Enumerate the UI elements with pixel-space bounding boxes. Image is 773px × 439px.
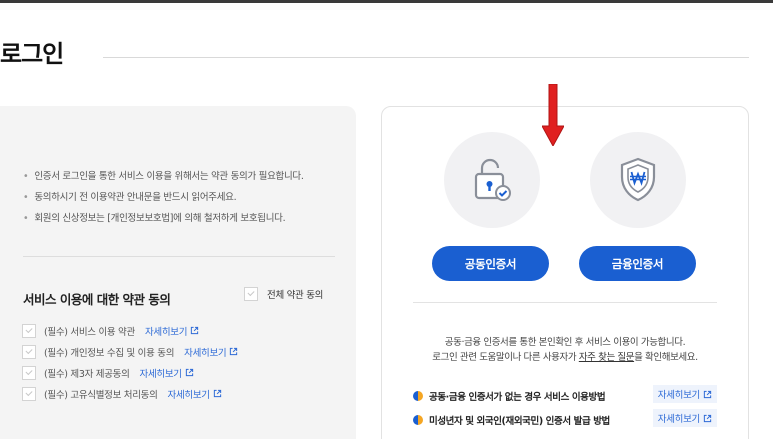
checkbox-icon[interactable]	[22, 344, 36, 359]
bullet-dot-icon	[413, 391, 423, 401]
help-text: 로그인 관련 도움말이나 다른 사용자가 자주 찾는 질문을 확인해보세요.	[432, 352, 698, 363]
terms-panel: 인증서 로그인을 통한 서비스 이용을 위해서는 약관 동의가 필요합니다. 동…	[0, 106, 356, 439]
joint-cert-button[interactable]: 공동인증서	[432, 246, 549, 281]
page-title: 로그인	[0, 40, 64, 68]
notice-list: 인증서 로그인을 통한 서비스 이용을 위해서는 약관 동의가 필요합니다. 동…	[23, 170, 304, 233]
financial-cert-button[interactable]: 금융인증서	[579, 246, 696, 281]
term-item-service: (필수) 서비스 이용 약관 자세히보기	[22, 320, 238, 341]
financial-cert-icon-circle	[590, 132, 686, 228]
term-label: (필수) 제3자 제공동의	[44, 368, 130, 380]
panel-divider	[23, 256, 335, 257]
external-link-icon	[230, 347, 238, 356]
padlock-check-icon	[474, 158, 511, 201]
external-link-icon	[190, 326, 199, 335]
title-divider	[103, 57, 749, 58]
guide-item-no-cert: 공동·금융 인증서가 없는 경우 서비스 이용방법 자세히보기	[413, 385, 717, 403]
external-link-icon	[185, 368, 193, 377]
panel-divider	[413, 302, 717, 303]
agree-all-label: 전체 약관 동의	[267, 290, 324, 301]
notice-item: 동의하시기 전 이용약관 안내문을 반드시 읽어주세요.	[23, 191, 304, 212]
joint-cert-icon-circle	[444, 132, 540, 228]
guide-label: 미성년자 및 외국인(재외국민) 인증서 발급 방법	[429, 416, 610, 427]
term-detail-link[interactable]: 자세히보기	[184, 345, 238, 359]
term-label: (필수) 개인정보 수집 및 이용 동의	[44, 347, 175, 359]
guide-label: 공동·금융 인증서가 없는 경우 서비스 이용방법	[429, 392, 606, 403]
guide-detail-link[interactable]: 자세히보기	[652, 409, 717, 427]
guide-detail-link[interactable]: 자세히보기	[652, 385, 717, 403]
checkbox-icon[interactable]	[244, 287, 258, 301]
guide-item-minor-foreigner: 미성년자 및 외국인(재외국민) 인증서 발급 방법 자세히보기	[413, 409, 717, 427]
arrow-down-icon	[542, 84, 564, 146]
term-item-third-party: (필수) 제3자 제공동의 자세히보기	[22, 362, 238, 383]
term-item-privacy: (필수) 개인정보 수집 및 이용 동의 자세히보기	[22, 341, 238, 362]
agreement-title: 서비스 이용에 대한 약관 동의	[23, 292, 171, 307]
terms-list: (필수) 서비스 이용 약관 자세히보기 (필수) 개인정보 수집 및 이용 동…	[22, 320, 238, 404]
checkbox-icon[interactable]	[22, 386, 36, 401]
term-detail-link[interactable]: 자세히보기	[145, 324, 199, 338]
external-link-icon	[703, 414, 712, 422]
faq-link[interactable]: 자주 찾는 질문	[579, 352, 635, 363]
top-bar	[0, 0, 773, 3]
shield-won-icon	[620, 157, 656, 202]
term-item-unique-id: (필수) 고유식별정보 처리동의 자세히보기	[22, 383, 238, 404]
notice-item: 인증서 로그인을 통한 서비스 이용을 위해서는 약관 동의가 필요합니다.	[23, 170, 304, 191]
notice-item: 회원의 신상정보는 [개인정보보호법]에 의해 철저하게 보호됩니다.	[23, 212, 304, 233]
checkbox-icon[interactable]	[22, 365, 36, 380]
info-text: 공동·금융 인증서를 통한 본인확인 후 서비스 이용이 가능합니다.	[444, 337, 686, 348]
checkbox-icon[interactable]	[22, 323, 36, 338]
term-detail-link[interactable]: 자세히보기	[168, 387, 222, 401]
bullet-dot-icon	[413, 415, 423, 425]
external-link-icon	[703, 390, 712, 398]
external-link-icon	[213, 389, 221, 398]
term-label: (필수) 서비스 이용 약관	[44, 326, 135, 338]
agree-all-checkbox[interactable]: 전체 약관 동의	[244, 287, 323, 301]
term-detail-link[interactable]: 자세히보기	[140, 366, 194, 380]
term-label: (필수) 고유식별정보 처리동의	[44, 389, 158, 401]
